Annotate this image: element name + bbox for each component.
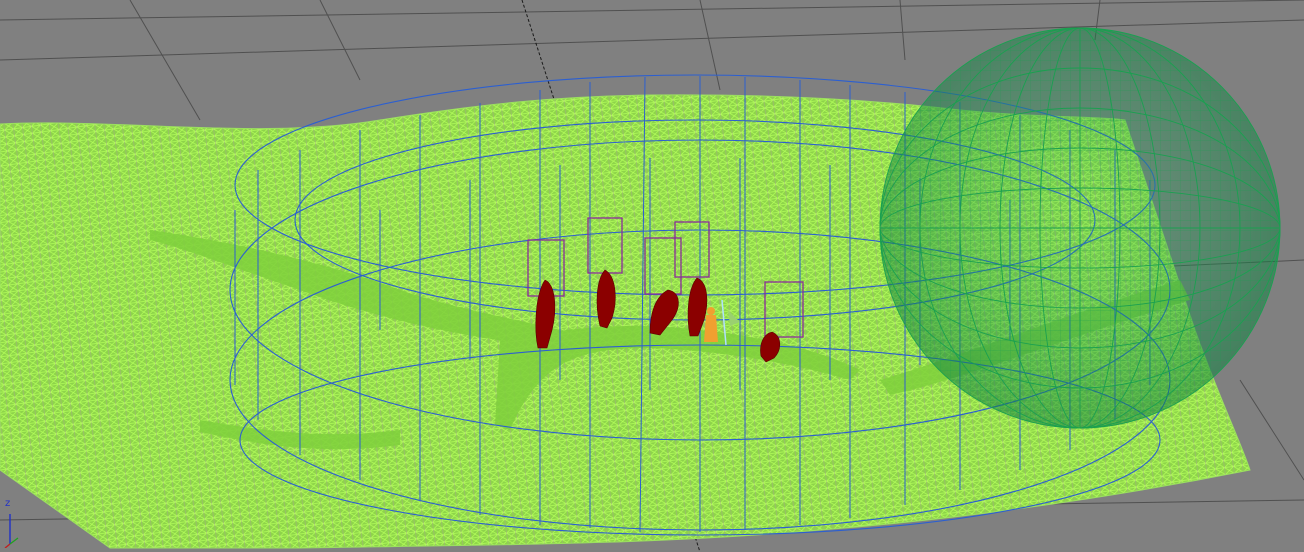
sphere-mesh[interactable] bbox=[879, 27, 1281, 429]
3d-viewport[interactable] bbox=[0, 0, 1304, 552]
gizmo-z-label: z bbox=[5, 498, 11, 509]
